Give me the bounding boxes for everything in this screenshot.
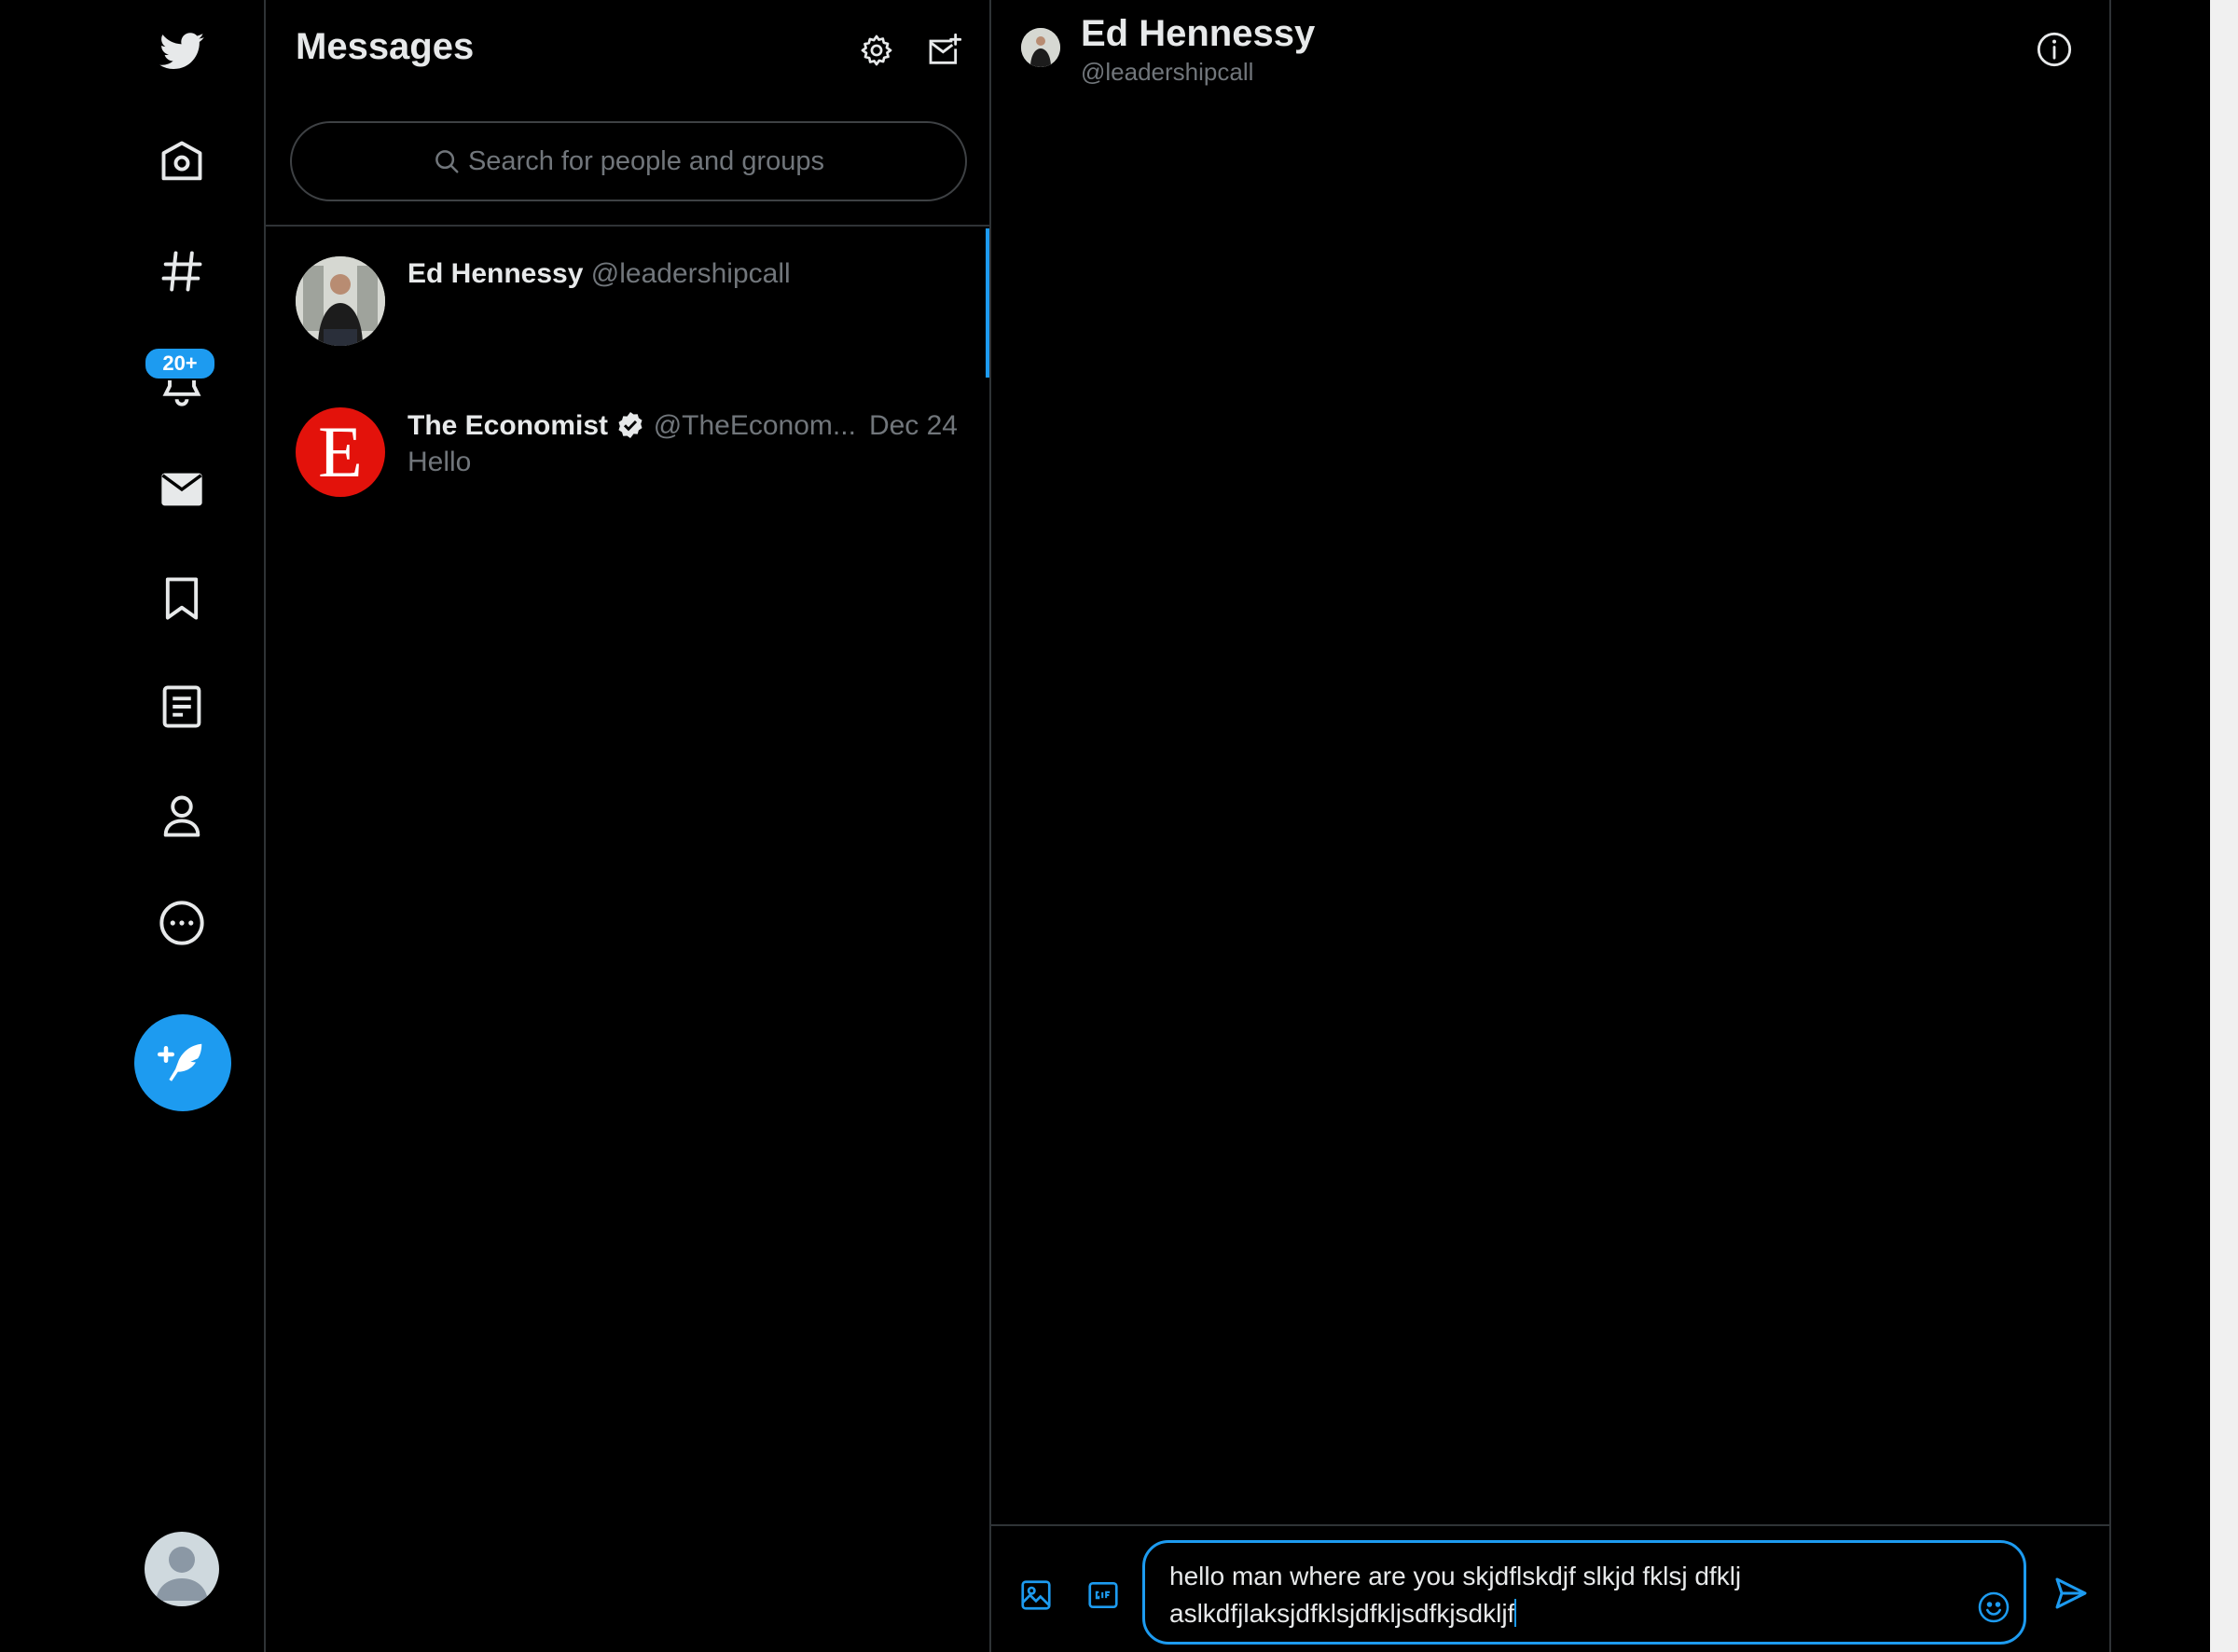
conversation-name: The Economist — [408, 410, 609, 441]
avatar — [296, 256, 385, 346]
add-gif-icon[interactable] — [1077, 1572, 1129, 1618]
economist-logo-avatar: E — [296, 407, 385, 497]
new-message-icon[interactable] — [922, 26, 967, 75]
messages-mail-icon[interactable] — [145, 452, 219, 527]
messages-pane: Messages Search for people and groups Ed… — [266, 0, 991, 1652]
conversation-handle: @leadershipcall — [590, 258, 791, 289]
avatar-letter: E — [318, 411, 363, 492]
account-avatar[interactable] — [145, 1532, 219, 1606]
chat-header-handle: @leadershipcall — [1081, 58, 1254, 86]
search-input[interactable]: Search for people and groups — [290, 121, 967, 201]
bookmarks-icon[interactable] — [145, 561, 219, 636]
emoji-icon[interactable] — [1973, 1587, 2014, 1628]
conversation-date: Dec 24 — [868, 410, 958, 441]
window-edge — [2210, 0, 2238, 1652]
page-title: Messages — [296, 26, 475, 67]
divider — [266, 225, 989, 227]
draft-line-1: hello man where are you skjdflskdjf slkj… — [1169, 1562, 1742, 1590]
settings-gear-icon[interactable] — [855, 26, 898, 75]
conversation-handle: @TheEconom... — [653, 410, 856, 441]
chat-pane: Ed Hennessy @leadershipcall hello man wh… — [991, 0, 2111, 1652]
notifications-badge: 20+ — [144, 347, 216, 380]
conversation-info-icon[interactable] — [2031, 26, 2078, 73]
conversation-item-ed-hennessy[interactable]: Ed Hennessy @leadershipcall — [266, 228, 989, 378]
search-placeholder: Search for people and groups — [467, 145, 825, 176]
search-icon — [435, 150, 459, 173]
text-caret — [1514, 1599, 1517, 1627]
active-conversation-indicator — [986, 228, 989, 378]
composer-divider — [991, 1524, 2109, 1526]
home-icon[interactable] — [145, 125, 219, 200]
lists-icon[interactable] — [145, 669, 219, 744]
add-image-icon[interactable] — [1010, 1572, 1062, 1618]
profile-icon[interactable] — [145, 778, 219, 853]
conversation-preview: Hello — [408, 447, 472, 477]
left-nav: 20+ — [0, 0, 266, 1652]
chat-header-name[interactable]: Ed Hennessy — [1081, 13, 1315, 55]
compose-tweet-button[interactable] — [134, 1014, 231, 1111]
verified-badge-icon — [618, 412, 642, 438]
conversation-item-the-economist[interactable]: E The Economist @TheEconom... Dec 24 Hel… — [266, 378, 989, 527]
explore-hashtag-icon[interactable] — [145, 234, 219, 309]
send-icon[interactable] — [2045, 1570, 2097, 1617]
conversation-name: Ed Hennessy — [408, 258, 584, 289]
draft-line-2: aslkdfjlaksjdfklsjdfkljsdfkjsdkljf — [1169, 1599, 1515, 1628]
feather-plus-icon — [158, 1043, 202, 1081]
chat-avatar[interactable] — [1021, 28, 1060, 67]
message-input[interactable]: hello man where are you skjdflskdjf slkj… — [1142, 1540, 2026, 1645]
twitter-logo-icon[interactable] — [145, 15, 219, 89]
more-options-icon[interactable] — [145, 886, 219, 960]
